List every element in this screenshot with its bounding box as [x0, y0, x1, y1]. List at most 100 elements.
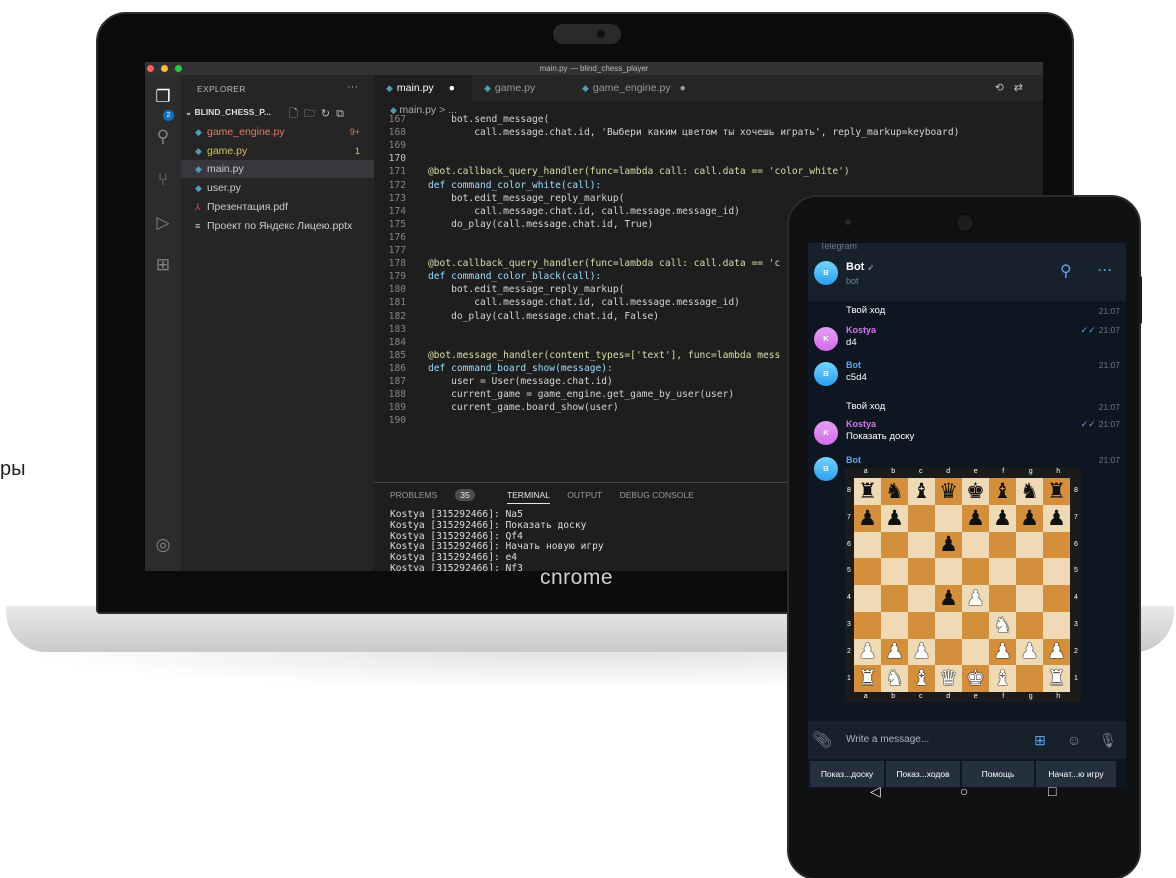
bot-keyboard-icon[interactable]: ⊞: [1030, 730, 1050, 750]
account-icon[interactable]: ◎: [153, 535, 173, 555]
attach-icon[interactable]: 📎︎: [812, 730, 832, 750]
board-square: [908, 504, 935, 532]
board-square: ♝: [989, 478, 1016, 505]
project-folder[interactable]: ⌄ BLIND_CHESS_P...: [185, 107, 271, 118]
home-icon[interactable]: ○: [960, 783, 968, 799]
new-file-icon[interactable]: 🗋: [289, 108, 304, 120]
message-time: 21:07: [1099, 360, 1120, 370]
board-square: ♟: [881, 504, 908, 532]
board-square: [908, 611, 935, 639]
white-pawn-icon: ♟: [912, 639, 931, 664]
message-text[interactable]: d4: [846, 337, 857, 348]
phone-front-camera: [955, 213, 975, 233]
compare-icon[interactable]: ⇄: [1014, 82, 1033, 94]
maximize-window-dot[interactable]: [175, 65, 182, 72]
pdf-file-icon: ⅄: [195, 201, 201, 212]
new-folder-icon[interactable]: 🗀: [304, 108, 321, 120]
board-square: [989, 585, 1016, 612]
timeline-icon[interactable]: ⟲: [995, 82, 1014, 94]
problem-count: 9+: [349, 127, 360, 137]
recents-icon[interactable]: □: [1048, 783, 1056, 799]
extensions-icon[interactable]: ⊞: [153, 255, 173, 275]
collapse-icon[interactable]: ⧉: [336, 108, 350, 120]
phone-power-button[interactable]: [1138, 276, 1142, 324]
message-text[interactable]: Твой ход: [846, 305, 885, 316]
tab-game-py[interactable]: ◆ game.py: [472, 75, 570, 101]
chat-subtitle: bot: [846, 276, 859, 286]
file-item[interactable]: ◆ game_engine.py 9+: [181, 123, 374, 141]
avatar[interactable]: B: [814, 261, 838, 285]
back-icon[interactable]: ◁: [870, 783, 881, 800]
py-file-icon: ◆: [195, 145, 202, 156]
terminal-line: Kostya [315292466]: Nf3: [390, 562, 523, 571]
terminal-output[interactable]: Kostya [315292466]: Na5 Kostya [315292466…: [390, 509, 604, 571]
rank-label: 3: [847, 620, 851, 628]
explorer-header: EXPLORER: [197, 84, 246, 94]
explorer-more-icon[interactable]: ···: [347, 81, 358, 93]
avatar[interactable]: B: [814, 362, 838, 386]
tab-main-py[interactable]: ◆ main.py ●: [374, 75, 472, 101]
sticker-icon[interactable]: ☺: [1064, 730, 1084, 750]
board-square: [962, 558, 989, 585]
search-icon[interactable]: ⚲: [153, 127, 173, 147]
close-window-dot[interactable]: [147, 65, 154, 72]
board-square: ♟: [1016, 638, 1043, 666]
more-icon[interactable]: ···: [1098, 263, 1113, 277]
chat-title[interactable]: Bot ➶: [846, 261, 874, 273]
tab-game-engine-py[interactable]: ◆ game_engine.py ●: [570, 75, 710, 101]
file-item[interactable]: ⅄ Презентация.pdf: [181, 198, 374, 216]
board-square: [1016, 611, 1043, 639]
rank-label: 8: [1074, 487, 1078, 494]
minimize-window-dot[interactable]: [161, 65, 168, 72]
py-file-icon: ◆: [195, 164, 202, 175]
tab-debug-console[interactable]: DEBUG CONSOLE: [620, 490, 694, 500]
refresh-icon[interactable]: ↻: [321, 108, 336, 120]
board-files-top: a b c d e f g h: [852, 468, 1077, 476]
line-text: def command_color_black(call):: [428, 271, 602, 283]
file-label: e: [973, 693, 978, 700]
avatar[interactable]: B: [814, 457, 838, 481]
rank-label: 7: [847, 513, 851, 521]
file-item[interactable]: ◆ user.py: [181, 179, 374, 197]
message-time: 21:07: [1099, 455, 1120, 465]
file-label: g: [1028, 468, 1033, 475]
board-square: [1043, 531, 1070, 559]
message-text[interactable]: Твой ход: [846, 401, 885, 412]
board-square: ♛: [935, 478, 962, 505]
message-time: 21:07: [1099, 402, 1120, 412]
message-text[interactable]: Показать доску: [846, 431, 914, 442]
tab-output[interactable]: OUTPUT: [567, 490, 602, 500]
board-square: ♟: [881, 638, 908, 666]
avatar[interactable]: K: [814, 327, 838, 351]
line-text: bot.edit_message_reply_markup(: [428, 192, 625, 204]
rank-label: 5: [1074, 567, 1078, 575]
file-item[interactable]: ≡ Проект по Яндекс Лицею.pptx: [181, 217, 374, 235]
read-check-icon: ✓✓: [1080, 325, 1096, 335]
python-file-icon: ◆: [484, 83, 491, 93]
line-number: 187: [388, 376, 406, 387]
board-square: [962, 531, 989, 559]
board-square: ♛: [935, 665, 962, 692]
microphone-icon[interactable]: 🎙︎: [1098, 730, 1118, 750]
board-square: [1043, 585, 1070, 612]
board-square: [1016, 531, 1043, 559]
run-debug-icon[interactable]: ▷: [153, 213, 173, 233]
message-sender: Kostya: [846, 419, 877, 429]
message-text[interactable]: c5d4: [846, 372, 867, 383]
files-icon[interactable]: ❐: [153, 87, 173, 107]
file-item[interactable]: ◆ game.py 1: [181, 142, 374, 160]
read-check-icon: ✓✓: [1080, 419, 1096, 429]
board-square: [908, 531, 935, 559]
avatar[interactable]: K: [814, 421, 838, 445]
source-control-icon[interactable]: ⑂: [153, 170, 173, 190]
search-icon[interactable]: ⚲: [1060, 261, 1072, 281]
board-square: [881, 558, 908, 585]
black-pawn-icon: ♟: [966, 505, 985, 530]
tab-terminal[interactable]: TERMINAL: [506, 490, 550, 504]
message-input[interactable]: Write a message...: [846, 734, 929, 745]
editor-tabs: ◆ main.py ● ◆ game.py ◆ game_engine.py ● ⟲⇄: [374, 75, 1043, 101]
code-line: 169: [374, 139, 1043, 152]
tab-problems[interactable]: PROBLEMS 35: [390, 489, 490, 501]
file-item[interactable]: ◆ main.py: [181, 160, 374, 179]
board-ranks-right: 8 7 6 5 4 3 2 1: [1072, 478, 1080, 692]
